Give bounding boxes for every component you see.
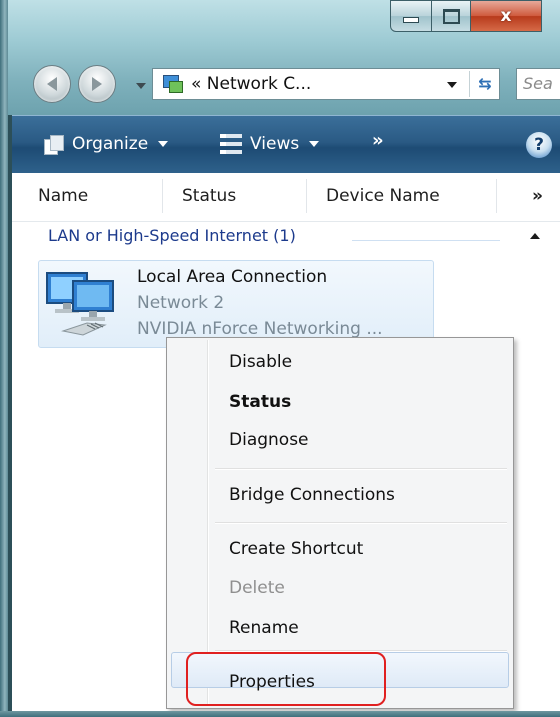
group-divider: [352, 240, 500, 241]
properties-highlight-outline: [186, 652, 386, 706]
connection-title: Local Area Connection: [137, 267, 328, 287]
group-header[interactable]: LAN or High-Speed Internet (1): [48, 226, 296, 245]
menu-item-delete: Delete: [229, 578, 285, 598]
more-columns-button[interactable]: »: [532, 186, 543, 206]
address-bar[interactable]: « Network C... ⇆: [152, 68, 500, 100]
address-dropdown-icon[interactable]: [447, 82, 457, 88]
maximize-icon: [442, 8, 460, 24]
forward-button[interactable]: [78, 65, 116, 103]
organize-label: Organize: [72, 134, 149, 154]
network-adapter-icon: [46, 272, 114, 336]
column-divider[interactable]: [162, 179, 163, 213]
column-header-device-name[interactable]: Device Name: [326, 186, 440, 206]
back-button[interactable]: [33, 65, 71, 103]
more-commands-button[interactable]: »: [372, 130, 384, 151]
chevron-down-icon: [158, 141, 169, 147]
minimize-button[interactable]: [390, 0, 432, 32]
minimize-icon: [403, 17, 419, 23]
address-separator: [469, 71, 470, 97]
recent-pages-dropdown[interactable]: [136, 83, 146, 89]
chevron-down-icon: [309, 141, 320, 147]
local-area-connection-item[interactable]: Local Area Connection Network 2 NVIDIA n…: [38, 260, 434, 348]
views-label: Views: [250, 134, 300, 154]
menu-item-bridge-connections[interactable]: Bridge Connections: [229, 485, 395, 505]
search-input[interactable]: Sea: [516, 68, 560, 100]
window-left-edge: [0, 0, 8, 717]
menu-separator: [215, 522, 507, 524]
monitor-shape-icon: [169, 81, 183, 93]
page-icon: [50, 135, 64, 151]
views-line: [220, 150, 242, 154]
views-line: [220, 142, 242, 146]
window-bottom-edge: [0, 711, 560, 717]
views-line: [220, 134, 242, 138]
column-headers: Name Status Device Name »: [12, 173, 560, 222]
organize-button[interactable]: Organize: [44, 134, 169, 155]
menu-item-diagnose[interactable]: Diagnose: [229, 430, 309, 450]
column-header-name[interactable]: Name: [38, 186, 88, 206]
column-header-status[interactable]: Status: [182, 186, 236, 206]
menu-item-status[interactable]: Status: [229, 392, 291, 412]
menu-item-create-shortcut[interactable]: Create Shortcut: [229, 539, 363, 559]
menu-item-disable[interactable]: Disable: [229, 352, 292, 372]
connection-network: Network 2: [137, 293, 225, 313]
close-icon: x: [500, 6, 512, 26]
column-divider[interactable]: [496, 179, 497, 213]
caption-buttons: x: [390, 0, 542, 32]
refresh-icon[interactable]: ⇆: [475, 74, 495, 94]
column-divider[interactable]: [306, 179, 307, 213]
maximize-button[interactable]: [432, 0, 471, 32]
close-button[interactable]: x: [471, 0, 542, 32]
collapse-group-icon[interactable]: [530, 233, 540, 239]
organize-icon: [44, 135, 64, 155]
help-icon[interactable]: ?: [526, 132, 552, 158]
menu-separator: [215, 468, 507, 470]
command-bar: Organize Views » ?: [12, 115, 560, 174]
menu-item-rename[interactable]: Rename: [229, 618, 299, 638]
network-connections-icon: [161, 73, 183, 95]
views-button[interactable]: Views: [220, 134, 320, 154]
views-icon: [220, 134, 242, 154]
address-path: « Network C...: [191, 74, 312, 94]
